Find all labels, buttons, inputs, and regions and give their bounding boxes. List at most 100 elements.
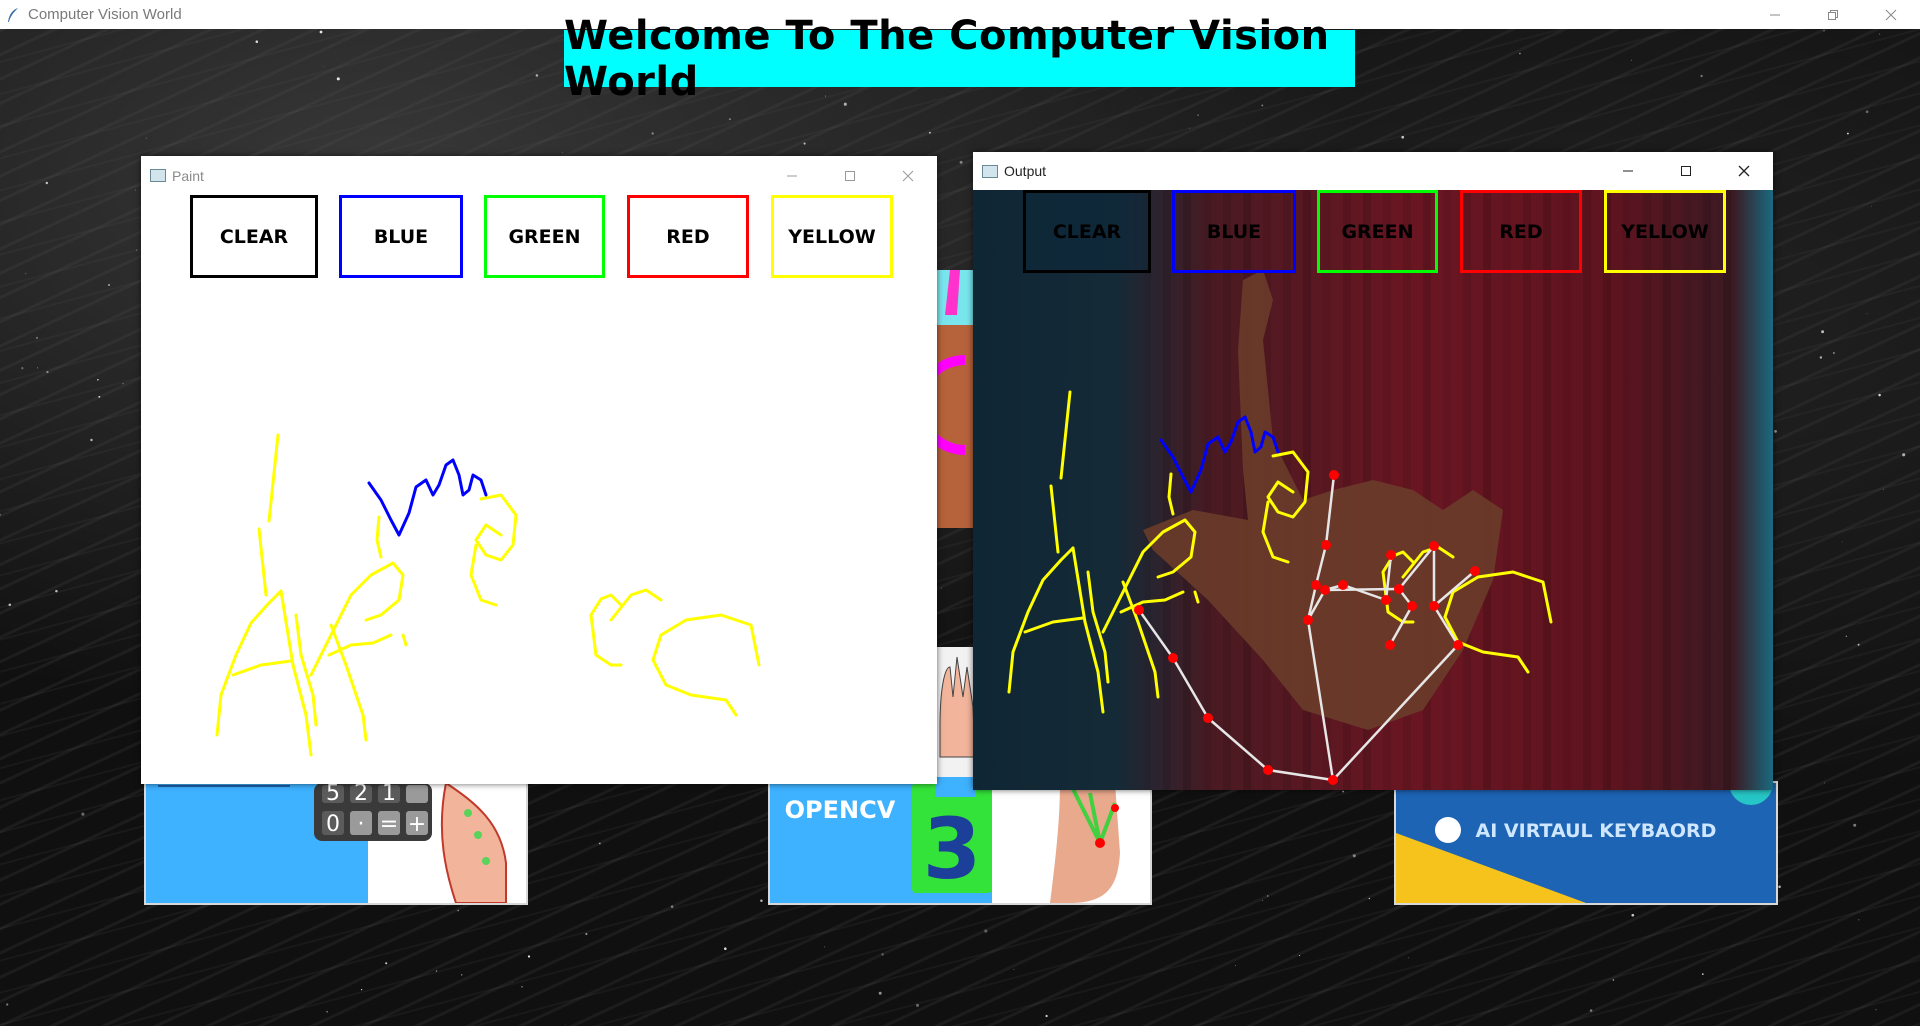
hand-landmark-point xyxy=(1338,580,1348,590)
star-dot xyxy=(959,160,963,164)
star-dot xyxy=(461,974,463,976)
curtain-fold xyxy=(1543,190,1551,790)
star-dot xyxy=(319,30,323,34)
webcam-feed: CLEAR BLUE GREEN RED YELLOW xyxy=(973,190,1773,790)
star-dot xyxy=(527,955,531,958)
opencv-number: 3 xyxy=(923,800,981,898)
star-dot xyxy=(511,982,513,983)
hand-bone-line xyxy=(1207,717,1269,771)
output-yellow-button[interactable]: YELLOW xyxy=(1604,190,1726,273)
star-dot xyxy=(1819,356,1823,359)
star-dot xyxy=(1352,854,1356,858)
maximize-icon xyxy=(845,170,855,181)
star-dot xyxy=(598,842,601,845)
star-dot xyxy=(1870,205,1872,207)
minimize-icon xyxy=(1770,14,1780,15)
star-dot xyxy=(97,378,99,381)
yellow-stroke xyxy=(599,593,623,607)
paint-window[interactable]: Paint CLEAR BLUE GREEN RED YELLOW xyxy=(141,156,937,784)
opencv-app-card[interactable]: OPENCV 3 xyxy=(768,781,1152,905)
star-dot xyxy=(1846,132,1849,135)
close-icon xyxy=(1885,9,1897,20)
restore-button[interactable] xyxy=(1804,0,1862,29)
star-dot xyxy=(535,74,539,77)
output-clear-button[interactable]: CLEAR xyxy=(1023,190,1151,273)
output-red-button[interactable]: RED xyxy=(1460,190,1582,273)
partial-app-card-top[interactable] xyxy=(935,270,975,528)
minimize-button[interactable] xyxy=(1746,0,1804,29)
star-dot xyxy=(25,273,27,275)
virtual-keyboard-app-card[interactable]: AI VIRTAUL KEYBAORD xyxy=(1394,781,1778,905)
paint-title-bar[interactable]: Paint xyxy=(141,156,937,195)
hand-landmark-point xyxy=(1311,580,1321,590)
star-dot xyxy=(1823,782,1825,784)
curtain-fold xyxy=(1603,190,1611,790)
star-dot xyxy=(1401,135,1405,139)
paint-maximize-button[interactable] xyxy=(821,156,879,195)
yellow-stroke xyxy=(329,623,368,742)
star-dot xyxy=(1408,957,1410,959)
hand-landmark-point xyxy=(1303,615,1313,625)
star-dot xyxy=(916,1003,919,1007)
star-dot xyxy=(1631,913,1635,917)
star-dot xyxy=(90,438,93,442)
yellow-stroke xyxy=(401,633,408,647)
star-dot xyxy=(1853,823,1857,827)
star-dot xyxy=(760,899,763,902)
yellow-stroke xyxy=(1023,616,1085,634)
output-maximize-button[interactable] xyxy=(1657,152,1715,190)
yellow-stroke xyxy=(1059,390,1072,480)
star-dot xyxy=(1612,979,1615,981)
star-dot xyxy=(435,970,438,972)
window-icon xyxy=(150,169,166,182)
star-dot xyxy=(1518,52,1521,55)
calc-key-plus: + xyxy=(408,812,426,837)
star-dot xyxy=(134,189,136,191)
calc-key-equals: = xyxy=(380,812,398,837)
calculator-app-card[interactable]: 5 2 1 0 · = + xyxy=(144,781,528,905)
partial-app-card-bottom[interactable] xyxy=(935,647,975,797)
close-button[interactable] xyxy=(1862,0,1920,29)
hand-landmark-point xyxy=(1381,595,1391,605)
star-dot xyxy=(1823,30,1825,32)
hand-landmark-point xyxy=(1385,640,1395,650)
hand-landmark-point xyxy=(1203,713,1213,723)
curtain-fold xyxy=(1623,190,1631,790)
paint-canvas[interactable] xyxy=(141,195,937,784)
star-dot xyxy=(562,151,563,153)
output-window[interactable]: Output CLEAR BLUE GREEN RED YELLOW xyxy=(973,152,1773,790)
yellow-stroke xyxy=(651,613,761,667)
curtain-fold xyxy=(1583,190,1591,790)
star-dot xyxy=(670,905,674,908)
star-dot xyxy=(1261,104,1264,107)
paint-minimize-button[interactable] xyxy=(763,156,821,195)
star-dot xyxy=(1879,33,1881,35)
star-dot xyxy=(803,142,806,145)
output-minimize-button[interactable] xyxy=(1599,152,1657,190)
star-dot xyxy=(136,249,138,251)
output-title-bar[interactable]: Output xyxy=(973,152,1773,190)
hand-landmark-point xyxy=(1386,550,1396,560)
star-dot xyxy=(521,985,523,988)
calculator-thumbnail: 5 2 1 0 · = + xyxy=(146,783,526,903)
yellow-stroke xyxy=(589,597,623,667)
output-blue-button[interactable]: BLUE xyxy=(1172,190,1296,273)
output-window-title: Output xyxy=(1004,163,1047,179)
yellow-stroke xyxy=(651,658,738,717)
star-dot xyxy=(1778,885,1781,889)
minimize-icon xyxy=(1623,170,1633,172)
close-icon xyxy=(1738,165,1750,177)
output-green-button[interactable]: GREEN xyxy=(1317,190,1438,273)
star-dot xyxy=(385,962,388,965)
star-dot xyxy=(145,137,147,139)
star-dot xyxy=(1342,790,1345,793)
paint-window-title: Paint xyxy=(172,167,204,184)
paint-close-button[interactable] xyxy=(879,156,937,195)
star-dot xyxy=(1299,955,1301,957)
star-dot xyxy=(1631,59,1632,61)
opencv-thumbnail: OPENCV 3 xyxy=(770,783,1150,903)
yellow-stroke xyxy=(267,433,280,523)
output-close-button[interactable] xyxy=(1715,152,1773,190)
star-dot xyxy=(1858,919,1860,921)
curtain-fold xyxy=(1223,190,1231,790)
